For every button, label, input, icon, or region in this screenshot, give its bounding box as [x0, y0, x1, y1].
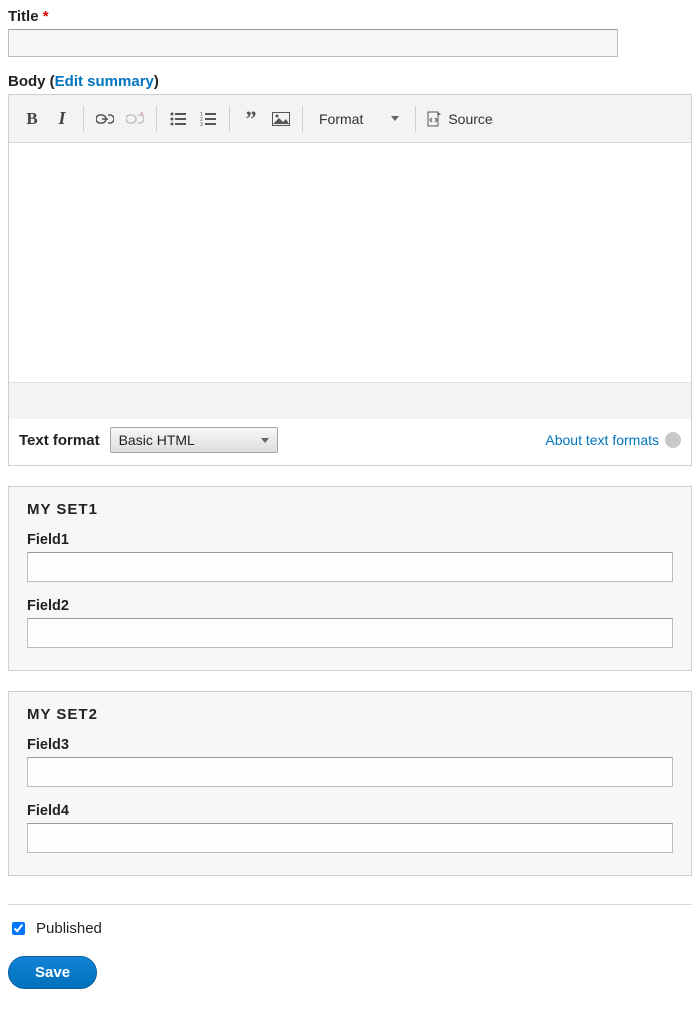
fieldset-my-set2: MY SET2 Field3 Field4	[8, 691, 692, 876]
italic-button[interactable]: I	[47, 104, 77, 134]
numbered-list-button[interactable]: 123	[193, 104, 223, 134]
required-marker: *	[43, 8, 49, 25]
rich-text-editor: B I 123 ” Format	[8, 94, 692, 466]
text-format-select[interactable]: Basic HTML	[110, 427, 278, 453]
field3-input[interactable]	[27, 757, 673, 787]
field-label: Field4	[27, 803, 673, 819]
divider	[8, 904, 692, 905]
chevron-down-icon	[261, 438, 269, 443]
editor-toolbar: B I 123 ” Format	[9, 95, 691, 143]
fieldset-legend: MY SET1	[27, 501, 673, 518]
editor-content-area[interactable]	[9, 143, 691, 383]
link-button[interactable]	[90, 104, 120, 134]
chevron-down-icon	[391, 116, 399, 121]
published-label: Published	[36, 920, 102, 937]
format-dropdown[interactable]: Format	[309, 111, 409, 127]
field-label: Field3	[27, 737, 673, 753]
fieldset-my-set1: MY SET1 Field1 Field2	[8, 486, 692, 671]
body-label: Body (Edit summary)	[8, 73, 692, 90]
text-format-row: Text format Basic HTML About text format…	[9, 419, 691, 465]
save-button[interactable]: Save	[8, 956, 97, 989]
image-button[interactable]	[266, 104, 296, 134]
field2-input[interactable]	[27, 618, 673, 648]
editor-footer	[9, 383, 691, 419]
field1-input[interactable]	[27, 552, 673, 582]
title-label: Title *	[8, 8, 692, 25]
fieldset-legend: MY SET2	[27, 706, 673, 723]
bullet-list-button[interactable]	[163, 104, 193, 134]
source-icon	[426, 111, 442, 127]
field4-input[interactable]	[27, 823, 673, 853]
toolbar-separator	[156, 106, 157, 132]
field-label: Field1	[27, 532, 673, 548]
published-checkbox[interactable]	[12, 922, 25, 935]
toolbar-separator	[83, 106, 84, 132]
help-icon[interactable]	[665, 432, 681, 448]
unlink-button[interactable]	[120, 104, 150, 134]
about-text-formats-link[interactable]: About text formats	[545, 432, 659, 448]
text-format-label: Text format	[19, 432, 100, 449]
field-label: Field2	[27, 598, 673, 614]
toolbar-separator	[229, 106, 230, 132]
source-button[interactable]: Source	[422, 111, 492, 127]
edit-summary-link[interactable]: Edit summary	[55, 73, 154, 90]
svg-text:3: 3	[200, 122, 203, 126]
title-input[interactable]	[8, 29, 618, 57]
toolbar-separator	[415, 106, 416, 132]
bold-button[interactable]: B	[17, 104, 47, 134]
blockquote-button[interactable]: ”	[236, 104, 266, 134]
toolbar-separator	[302, 106, 303, 132]
